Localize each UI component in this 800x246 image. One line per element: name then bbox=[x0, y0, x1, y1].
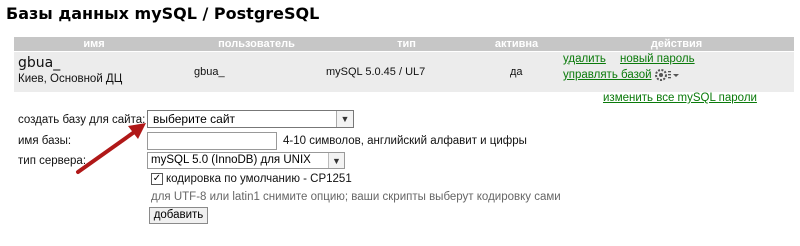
delete-link[interactable]: удалить bbox=[563, 53, 606, 65]
charset-label: кодировка по умолчанию - CP1251 bbox=[166, 173, 352, 185]
chevron-down-icon: ▼ bbox=[328, 153, 344, 168]
col-header-type: тип bbox=[397, 38, 416, 50]
charset-note: для UTF-8 или latin1 снимите опцию; ваши… bbox=[151, 191, 561, 203]
site-label: создать базу для сайта: bbox=[18, 114, 146, 126]
db-active: да bbox=[510, 66, 523, 78]
manage-db-link[interactable]: управлять базой bbox=[563, 69, 652, 81]
site-select[interactable]: выберите сайт ▼ bbox=[147, 110, 354, 128]
server-select-value: mySQL 5.0 (InnoDB) для UNIX bbox=[151, 154, 311, 166]
col-header-actions: действия bbox=[650, 38, 703, 50]
table-row: gbua_ Киев, Основной ДЦ gbua_ mySQL 5.0.… bbox=[14, 52, 794, 92]
change-all-passwords-link[interactable]: изменить все mySQL пароли bbox=[603, 92, 757, 104]
dbname-hint: 4-10 символов, английский алфавит и цифр… bbox=[283, 135, 527, 147]
page-title: Базы данных mySQL / PostgreSQL bbox=[6, 4, 320, 23]
charset-checkbox[interactable]: ✓ bbox=[151, 173, 163, 185]
server-select[interactable]: mySQL 5.0 (InnoDB) для UNIX ▼ bbox=[147, 152, 345, 169]
col-header-user: пользователь bbox=[218, 38, 295, 50]
gear-icon[interactable] bbox=[654, 67, 680, 83]
db-user: gbua_ bbox=[194, 66, 225, 78]
chevron-down-icon: ▼ bbox=[336, 111, 353, 127]
gear-icon-graphic bbox=[655, 69, 679, 81]
db-location: Киев, Основной ДЦ bbox=[18, 73, 123, 85]
site-select-value: выберите сайт bbox=[153, 112, 236, 126]
dbname-input[interactable] bbox=[147, 132, 277, 150]
db-name: gbua_ bbox=[18, 55, 61, 71]
col-header-active: активна bbox=[494, 38, 539, 50]
new-password-link[interactable]: новый пароль bbox=[620, 53, 695, 65]
db-type: mySQL 5.0.45 / UL7 bbox=[326, 66, 426, 78]
col-header-name: имя bbox=[83, 38, 105, 50]
server-label: тип сервера: bbox=[18, 155, 87, 167]
table-header: имя пользователь тип активна действия bbox=[14, 37, 794, 51]
dbname-label: имя базы: bbox=[18, 135, 72, 147]
add-button[interactable]: добавить bbox=[149, 207, 208, 224]
